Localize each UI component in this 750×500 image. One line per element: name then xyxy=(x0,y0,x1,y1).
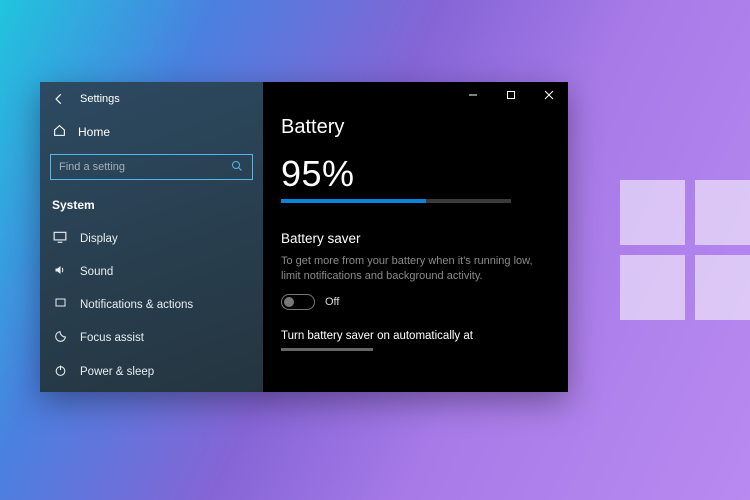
sidebar-item-power-sleep[interactable]: Power & sleep xyxy=(40,355,263,389)
sidebar-item-label: Sound xyxy=(80,266,113,278)
app-title: Settings xyxy=(80,93,120,105)
sound-icon xyxy=(52,264,68,279)
sidebar-item-label: Power & sleep xyxy=(80,366,154,378)
search-icon xyxy=(231,160,243,175)
sidebar-item-notifications[interactable]: Notifications & actions xyxy=(40,288,263,321)
battery-progress-fill xyxy=(281,199,426,203)
sidebar-item-focus-assist[interactable]: Focus assist xyxy=(40,321,263,355)
battery-saver-heading: Battery saver xyxy=(281,231,550,246)
focus-assist-icon xyxy=(52,330,68,346)
battery-percent: 95% xyxy=(281,153,550,195)
sidebar-item-sound[interactable]: Sound xyxy=(40,255,263,288)
sidebar-item-label: Focus assist xyxy=(80,332,144,344)
back-button[interactable] xyxy=(52,92,66,106)
sidebar-category: System xyxy=(40,190,263,222)
maximize-button[interactable] xyxy=(492,82,530,108)
sidebar-item-label: Display xyxy=(80,233,118,245)
titlebar-left: Settings xyxy=(40,90,263,116)
battery-progress xyxy=(281,199,511,203)
sidebar-item-label: Notifications & actions xyxy=(80,299,193,311)
toggle-knob xyxy=(284,297,294,307)
battery-saver-toggle[interactable] xyxy=(281,294,315,310)
home-label: Home xyxy=(78,125,110,139)
home-icon xyxy=(52,124,66,140)
sidebar-item-display[interactable]: Display xyxy=(40,222,263,255)
power-icon xyxy=(52,364,68,380)
sidebar-home[interactable]: Home xyxy=(40,116,263,148)
close-button[interactable] xyxy=(530,82,568,108)
minimize-button[interactable] xyxy=(454,82,492,108)
battery-saver-toggle-row: Off xyxy=(281,294,550,310)
display-icon xyxy=(52,231,68,246)
search-input[interactable] xyxy=(50,154,253,180)
content-area: Battery 95% Battery saver To get more fr… xyxy=(263,82,568,392)
battery-saver-auto-label: Turn battery saver on automatically at xyxy=(281,330,550,342)
battery-saver-auto-slider[interactable] xyxy=(281,348,373,351)
search-wrap xyxy=(40,148,263,190)
windows-logo xyxy=(620,180,750,320)
notifications-icon xyxy=(52,297,68,312)
battery-saver-toggle-label: Off xyxy=(325,296,339,308)
sidebar: Settings Home System Display Sound xyxy=(40,82,263,392)
settings-window: Settings Home System Display Sound xyxy=(40,82,568,392)
battery-saver-description: To get more from your battery when it's … xyxy=(281,254,550,284)
window-controls xyxy=(454,82,568,108)
